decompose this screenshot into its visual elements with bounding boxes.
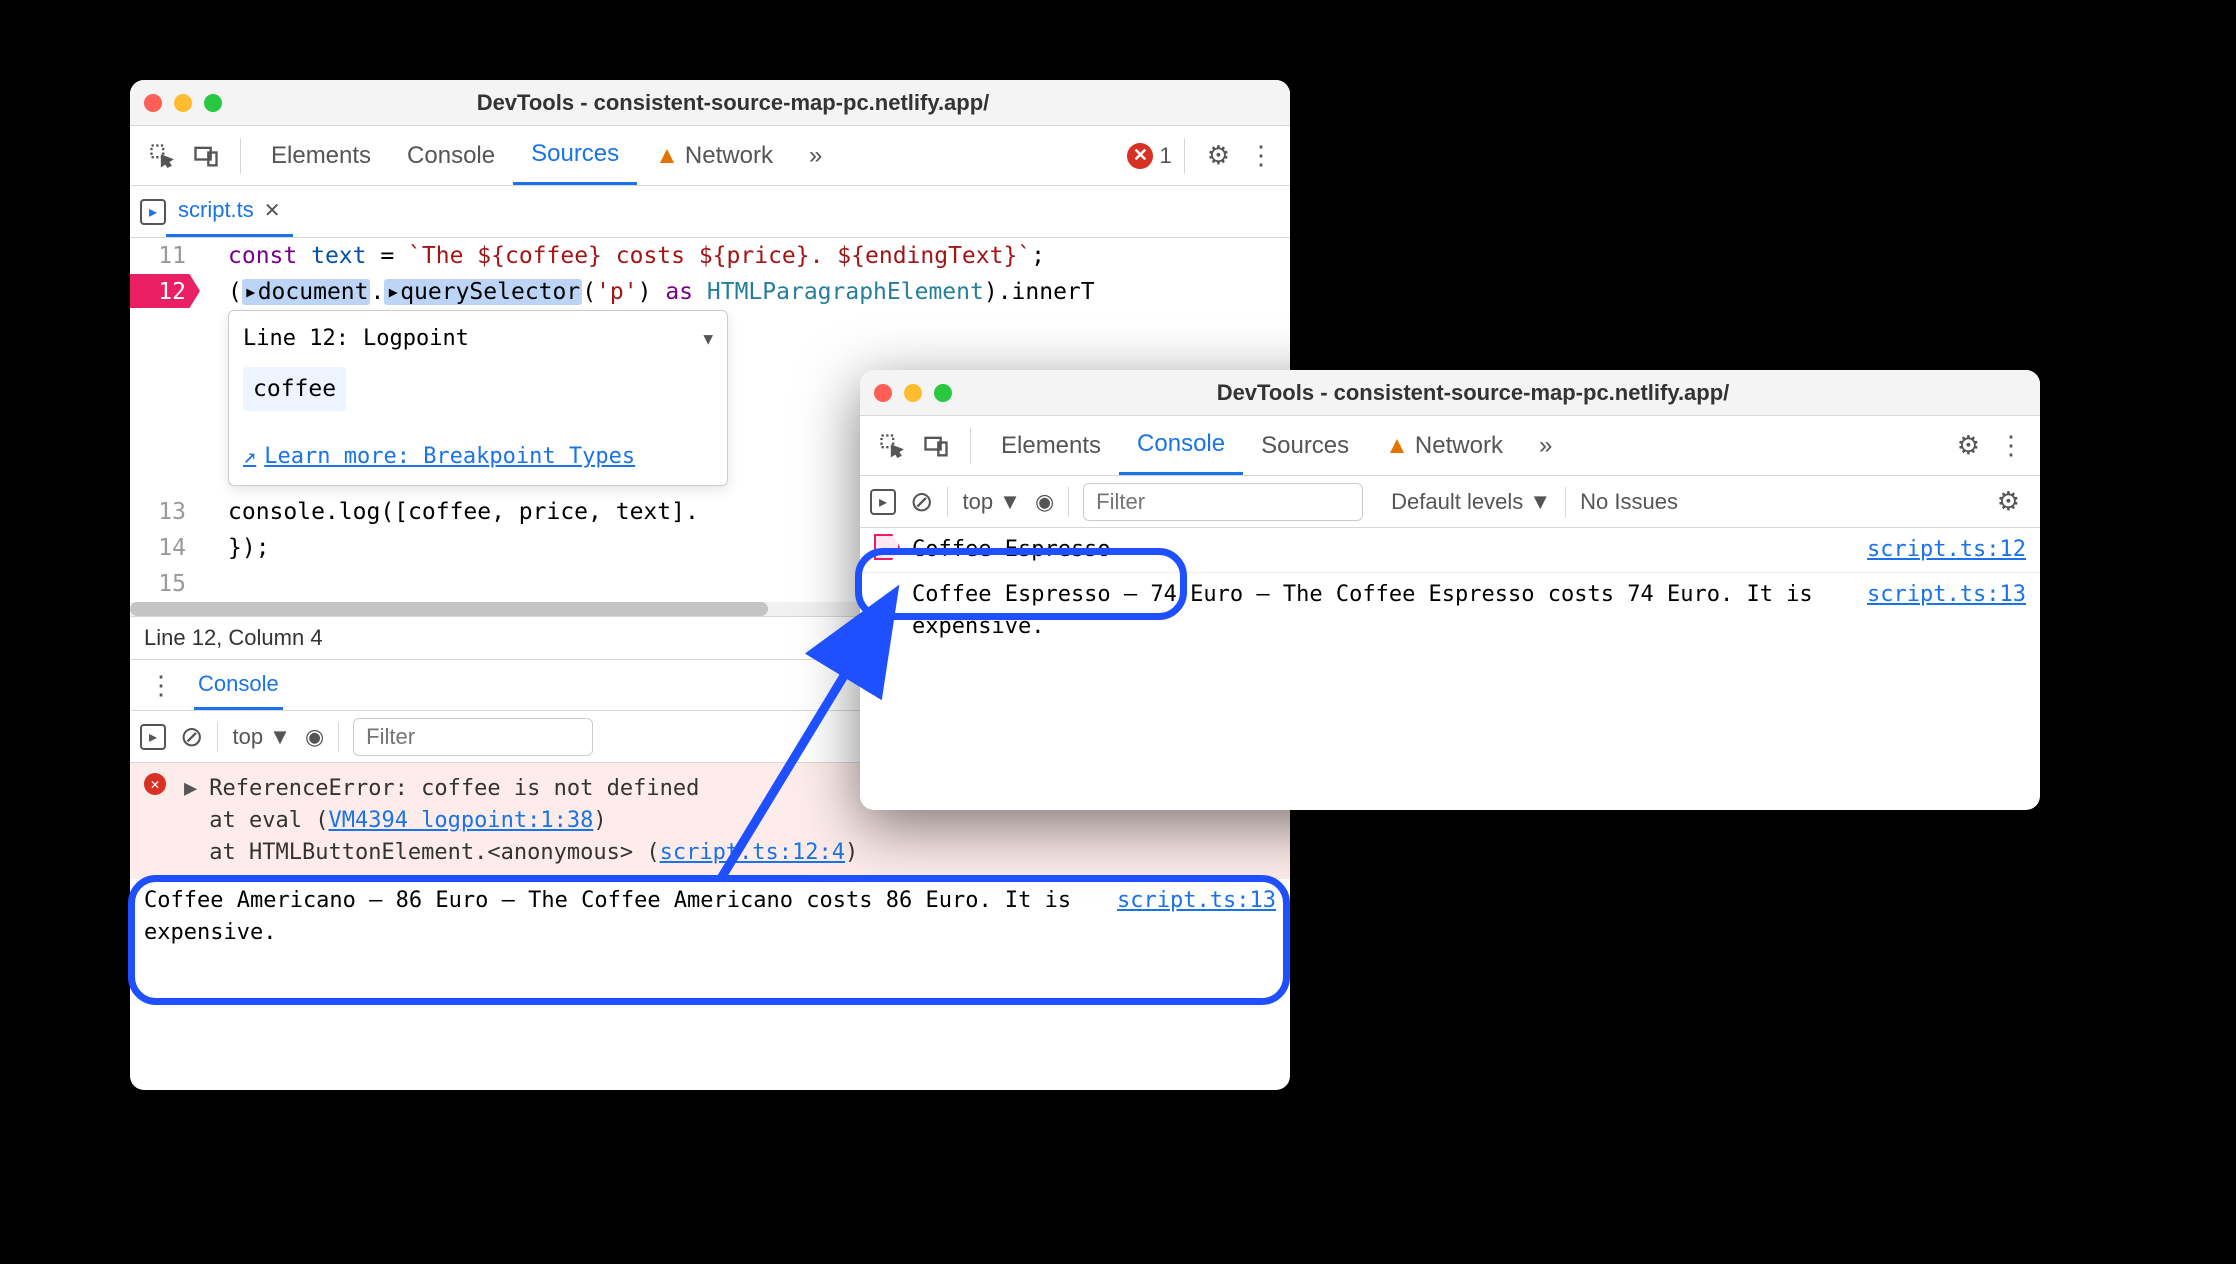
max-dot[interactable]: [204, 94, 222, 112]
sidebar-toggle-icon[interactable]: ▸: [140, 724, 166, 750]
line-num[interactable]: 14: [130, 530, 200, 566]
error-count[interactable]: 1: [1159, 143, 1171, 169]
console-log-row[interactable]: Coffee Americano – 86 Euro – The Coffee …: [130, 879, 1290, 955]
close-icon[interactable]: ✕: [264, 198, 281, 223]
expand-icon[interactable]: ▶: [184, 773, 197, 869]
file-tab[interactable]: script.ts ✕: [166, 186, 293, 237]
source-link[interactable]: script.ts:13: [1117, 885, 1276, 949]
traffic-lights[interactable]: [874, 384, 952, 402]
stack-link[interactable]: VM4394 logpoint:1:38: [328, 808, 593, 833]
eye-icon[interactable]: ◉: [1035, 489, 1054, 515]
clear-icon[interactable]: ⊘: [180, 720, 203, 753]
error-icon: ✕: [144, 773, 166, 795]
kebab-icon[interactable]: ⋮: [1998, 430, 2022, 461]
warning-icon: ▲: [1385, 432, 1409, 460]
external-icon: ↗: [243, 439, 256, 475]
context-select[interactable]: top ▼: [962, 489, 1020, 515]
gear-icon[interactable]: ⚙: [1997, 486, 2020, 517]
tab-console[interactable]: Console: [1119, 416, 1243, 475]
prompt-icon: ›: [874, 655, 887, 687]
device-icon[interactable]: [192, 142, 220, 170]
logpoint-line-label: Line 12:: [243, 321, 349, 357]
devtools-console-window: DevTools - consistent-source-map-pc.netl…: [860, 370, 2040, 810]
window-title: DevTools - consistent-source-map-pc.netl…: [240, 90, 1226, 116]
cursor-position: Line 12, Column 4: [144, 625, 323, 651]
close-dot[interactable]: [874, 384, 892, 402]
kebab-icon[interactable]: ⋮: [148, 670, 172, 701]
context-select[interactable]: top ▼: [232, 724, 290, 750]
logpoint-icon: [874, 534, 900, 560]
error-badge-icon[interactable]: ✕: [1127, 143, 1153, 169]
nav-toggle-icon[interactable]: ▸: [140, 199, 166, 225]
line-num[interactable]: 15: [130, 566, 200, 602]
filter-input[interactable]: [1083, 483, 1363, 521]
log-text: Coffee Espresso – 74 Euro – The Coffee E…: [912, 579, 1855, 643]
tab-elements[interactable]: Elements: [983, 416, 1119, 475]
code-line-12: (▸document.▸querySelector('p') as HTMLPa…: [200, 274, 1290, 310]
line-num-bp[interactable]: 12: [130, 274, 200, 310]
close-dot[interactable]: [144, 94, 162, 112]
min-dot[interactable]: [174, 94, 192, 112]
warning-icon: ▲: [655, 142, 679, 170]
tab-network[interactable]: ▲Network: [1367, 416, 1521, 475]
window-title: DevTools - consistent-source-map-pc.netl…: [970, 380, 1976, 406]
log-text: Coffee Espresso: [912, 534, 1855, 566]
eye-icon[interactable]: ◉: [305, 724, 324, 750]
tab-network-label: Network: [1415, 432, 1503, 460]
line-num[interactable]: 13: [130, 494, 200, 530]
titlebar[interactable]: DevTools - consistent-source-map-pc.netl…: [860, 370, 2040, 416]
min-dot[interactable]: [904, 384, 922, 402]
traffic-lights[interactable]: [144, 94, 222, 112]
console-toolbar: ▸ ⊘ top ▼ ◉ Default levels ▼ No Issues ⚙: [860, 476, 2040, 528]
drawer-tab-console[interactable]: Console: [194, 661, 283, 710]
sidebar-toggle-icon[interactable]: ▸: [870, 489, 896, 515]
device-icon[interactable]: [922, 432, 950, 460]
gear-icon[interactable]: ⚙: [1957, 430, 1980, 461]
source-link[interactable]: script.ts:13: [1867, 579, 2026, 643]
tab-elements[interactable]: Elements: [253, 126, 389, 185]
inspect-icon[interactable]: [148, 142, 176, 170]
gear-icon[interactable]: ⚙: [1207, 140, 1230, 171]
issues-label[interactable]: No Issues: [1580, 489, 1678, 515]
console-prompt[interactable]: ›: [860, 649, 2040, 693]
learn-more-label: Learn more: Breakpoint Types: [264, 439, 635, 475]
tab-sources[interactable]: Sources: [1243, 416, 1367, 475]
console-logpoint-row[interactable]: Coffee Espresso script.ts:12: [860, 528, 2040, 573]
logpoint-flag-icon[interactable]: 12: [130, 274, 200, 308]
levels-select[interactable]: Default levels ▼: [1391, 489, 1551, 515]
stack-link[interactable]: script.ts:12:4: [660, 840, 845, 865]
kebab-icon[interactable]: ⋮: [1248, 140, 1272, 171]
tab-network[interactable]: ▲Network: [637, 126, 791, 185]
learn-more-link[interactable]: ↗ Learn more: Breakpoint Types: [243, 439, 713, 475]
filter-input[interactable]: [353, 718, 593, 756]
main-toolbar: Elements Console Sources ▲Network » ✕ 1 …: [130, 126, 1290, 186]
file-tab-label: script.ts: [178, 197, 254, 223]
tab-console[interactable]: Console: [389, 126, 513, 185]
tab-sources[interactable]: Sources: [513, 126, 637, 185]
logpoint-expression-input[interactable]: coffee: [243, 367, 346, 411]
logpoint-editor: Line 12: Logpoint ▼ coffee ↗ Learn more:…: [228, 310, 728, 486]
max-dot[interactable]: [934, 384, 952, 402]
tab-network-label: Network: [685, 142, 773, 170]
inspect-icon[interactable]: [878, 432, 906, 460]
console-output: Coffee Espresso script.ts:12 Coffee Espr…: [860, 528, 2040, 693]
logpoint-type-select[interactable]: Logpoint: [363, 321, 469, 357]
log-text: Coffee Americano – 86 Euro – The Coffee …: [144, 885, 1105, 949]
line-num[interactable]: 11: [130, 238, 200, 274]
code-line-11: const text = `The ${coffee} costs ${pric…: [200, 238, 1290, 274]
console-log-row[interactable]: Coffee Espresso – 74 Euro – The Coffee E…: [860, 573, 2040, 649]
chevron-down-icon[interactable]: ▼: [703, 321, 713, 357]
titlebar[interactable]: DevTools - consistent-source-map-pc.netl…: [130, 80, 1290, 126]
tabs-overflow[interactable]: »: [791, 126, 840, 185]
clear-icon[interactable]: ⊘: [910, 485, 933, 518]
tabs-overflow[interactable]: »: [1521, 416, 1570, 475]
source-link[interactable]: script.ts:12: [1867, 534, 2026, 566]
main-toolbar: Elements Console Sources ▲Network » ⚙ ⋮: [860, 416, 2040, 476]
file-tab-bar: ▸ script.ts ✕: [130, 186, 1290, 238]
